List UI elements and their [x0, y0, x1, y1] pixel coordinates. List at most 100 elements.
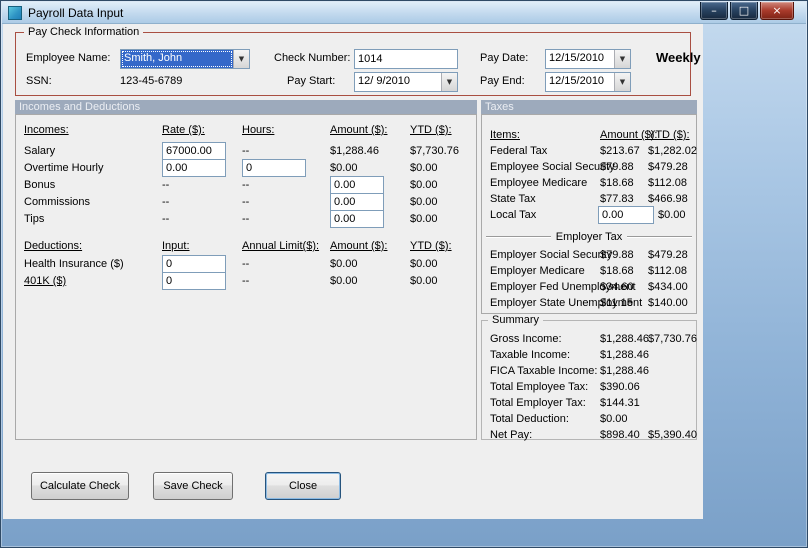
- tips-ytd: $0.00: [410, 213, 438, 225]
- check-number-label: Check Number:: [274, 52, 351, 64]
- commissions-ytd: $0.00: [410, 196, 438, 208]
- overtime-ytd: $0.00: [410, 162, 438, 174]
- deduction-row-health: Health Insurance ($) -- $0.00 $0.00: [16, 255, 476, 273]
- close-icon: ×: [772, 3, 782, 17]
- minimize-icon: –: [711, 3, 717, 17]
- income-row-tips: Tips -- -- $0.00: [16, 210, 476, 228]
- pay-start-value: 12/ 9/2010: [358, 75, 410, 87]
- fica-taxable-label: FICA Taxable Income:: [490, 365, 598, 377]
- employer-state-unemp-amount: $11.15: [600, 297, 633, 309]
- salary-rate-input[interactable]: [162, 142, 226, 160]
- tips-label: Tips: [24, 213, 45, 225]
- summary-row-total-employee-tax: Total Employee Tax: $390.06: [482, 379, 696, 395]
- check-number-input[interactable]: [354, 49, 458, 69]
- ded-amount-col-header: Amount ($):: [330, 240, 388, 252]
- payroll-window: Payroll Data Input – □ × Pay Check Infor…: [0, 0, 808, 548]
- 401k-input[interactable]: [162, 272, 226, 290]
- gross-income-amount: $1,288.46: [600, 333, 649, 345]
- 401k-amount: $0.00: [330, 275, 358, 287]
- ssn-label: SSN:: [26, 75, 52, 87]
- paycheck-info-group: Pay Check Information Employee Name: Smi…: [15, 26, 701, 96]
- close-button[interactable]: ×: [760, 1, 794, 20]
- net-pay-ytd: $5,390.40: [648, 429, 697, 441]
- pay-date-dropdown-icon[interactable]: [614, 50, 630, 68]
- income-row-salary: Salary -- $1,288.46 $7,730.76: [16, 142, 476, 160]
- health-insurance-input[interactable]: [162, 255, 226, 273]
- health-insurance-label: Health Insurance ($): [24, 258, 124, 270]
- pay-start-picker[interactable]: 12/ 9/2010: [354, 72, 458, 92]
- paycheck-info-legend: Pay Check Information: [24, 26, 144, 38]
- health-insurance-limit: --: [242, 258, 250, 270]
- pay-frequency: Weekly: [656, 50, 701, 65]
- bonus-amount-input[interactable]: [330, 176, 384, 194]
- tips-hours: --: [242, 213, 250, 225]
- bonus-rate: --: [162, 179, 170, 191]
- local-tax-input[interactable]: [598, 206, 654, 224]
- minimize-button[interactable]: –: [700, 1, 728, 20]
- total-employer-tax-amount: $144.31: [600, 397, 640, 409]
- overtime-rate-input[interactable]: [162, 159, 226, 177]
- divider-line: [627, 236, 692, 238]
- employer-tax-divider-label: Employer Tax: [555, 231, 623, 243]
- pay-end-dropdown-icon[interactable]: [614, 73, 630, 91]
- pay-date-picker[interactable]: 12/15/2010: [545, 49, 631, 69]
- title-bar[interactable]: Payroll Data Input – □ ×: [2, 1, 806, 24]
- overtime-amount: $0.00: [330, 162, 358, 174]
- summary-row-total-deduction: Total Deduction: $0.00: [482, 411, 696, 427]
- maximize-icon: □: [738, 3, 750, 17]
- gross-income-ytd: $7,730.76: [648, 333, 697, 345]
- ytd-col-header: YTD ($):: [410, 124, 452, 136]
- pay-date-value: 12/15/2010: [549, 52, 605, 64]
- total-deduction-amount: $0.00: [600, 413, 628, 425]
- overtime-hours-input[interactable]: [242, 159, 306, 177]
- commissions-amount-input[interactable]: [330, 193, 384, 211]
- income-row-bonus: Bonus -- -- $0.00: [16, 176, 476, 194]
- form-client-area: Pay Check Information Employee Name: Smi…: [3, 24, 703, 519]
- calculate-check-button[interactable]: Calculate Check: [31, 472, 129, 500]
- employer-tax-divider: Employer Tax: [486, 230, 692, 244]
- 401k-ytd: $0.00: [410, 275, 438, 287]
- tips-amount-input[interactable]: [330, 210, 384, 228]
- annual-limit-col-header: Annual Limit($):: [242, 240, 320, 252]
- save-check-button[interactable]: Save Check: [153, 472, 233, 500]
- commissions-rate: --: [162, 196, 170, 208]
- total-employee-tax-amount: $390.06: [600, 381, 640, 393]
- 401k-link[interactable]: 401K ($): [24, 272, 66, 290]
- salary-ytd: $7,730.76: [410, 145, 459, 157]
- employee-name-dropdown-icon[interactable]: [233, 50, 249, 68]
- gross-income-label: Gross Income:: [490, 333, 562, 345]
- bonus-label: Bonus: [24, 179, 56, 191]
- pay-end-picker[interactable]: 12/15/2010: [545, 72, 631, 92]
- taxes-panel: Items: Amount ($): YTD ($): Federal Tax …: [481, 114, 697, 314]
- app-icon[interactable]: [8, 5, 22, 20]
- bonus-hours: --: [242, 179, 250, 191]
- total-employee-tax-label: Total Employee Tax:: [490, 381, 589, 393]
- employee-name-value: Smith, John: [121, 50, 233, 68]
- pay-date-label: Pay Date:: [480, 52, 529, 64]
- salary-label: Salary: [24, 145, 56, 157]
- net-pay-label: Net Pay:: [490, 429, 533, 441]
- window-controls: – □ ×: [700, 1, 794, 20]
- maximize-button[interactable]: □: [730, 1, 758, 20]
- commissions-label: Commissions: [24, 196, 91, 208]
- employee-name-combo[interactable]: Smith, John: [120, 49, 250, 69]
- salary-amount: $1,288.46: [330, 145, 379, 157]
- amount-col-header: Amount ($):: [330, 124, 388, 136]
- summary-row-net-pay: Net Pay: $898.40 $5,390.40: [482, 427, 697, 443]
- hours-col-header: Hours:: [242, 124, 275, 136]
- local-tax-ytd: $0.00: [658, 209, 686, 221]
- window-title: Payroll Data Input: [28, 5, 124, 20]
- pay-end-value: 12/15/2010: [549, 75, 605, 87]
- total-deduction-label: Total Deduction:: [490, 413, 569, 425]
- rate-col-header: Rate ($):: [162, 124, 205, 136]
- incomes-section-header: Incomes and Deductions: [15, 100, 477, 114]
- total-employer-tax-label: Total Employer Tax:: [490, 397, 586, 409]
- tips-rate: --: [162, 213, 170, 225]
- health-insurance-amount: $0.00: [330, 258, 358, 270]
- close-check-button[interactable]: Close: [265, 472, 341, 500]
- 401k-limit: --: [242, 275, 250, 287]
- deductions-col-header: Deductions:: [24, 240, 83, 252]
- employer-state-unemp-ytd: $140.00: [648, 297, 688, 309]
- commissions-hours: --: [242, 196, 250, 208]
- pay-start-dropdown-icon[interactable]: [441, 73, 457, 91]
